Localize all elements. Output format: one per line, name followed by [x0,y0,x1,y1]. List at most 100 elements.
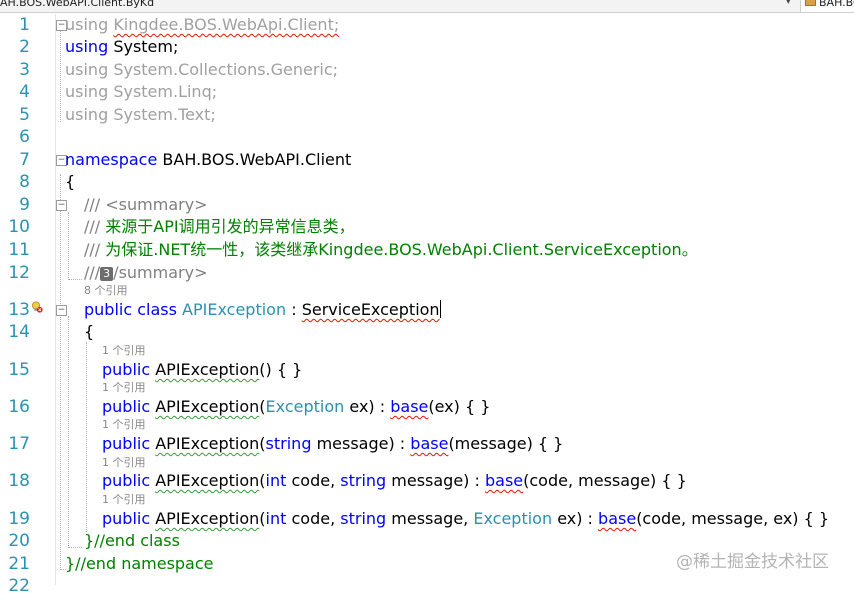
peek-badge[interactable]: 3 [100,267,114,281]
doc-comment-line[interactable]: /// <summary> [84,195,208,215]
codelens-references[interactable]: 8 个引用 [84,285,128,297]
line-number: 16 [8,397,30,417]
namespace-name: BAH.BOS.WebAPI.Client [162,150,352,169]
codelens-references[interactable]: 1 个引用 [102,494,146,506]
ctor-name: APIException [155,509,260,528]
code-line[interactable]: { [65,172,75,192]
ctor-body: () { } [259,360,303,379]
codelens-references[interactable]: 1 个引用 [102,345,146,357]
public-keyword: public [102,471,151,490]
line-number: 21 [8,554,30,574]
ctor-tail: (ex) { } [428,397,491,416]
doc-text: 为保证.NET统一性，该类继承Kingdee.BOS.WebApi.Client… [105,240,698,259]
line-number: 22 [8,576,30,596]
line-number: 8 [19,172,30,192]
text-caret [439,300,441,318]
colon: : [291,300,297,319]
class-icon [805,0,816,6]
public-keyword: public [102,509,151,528]
line-number: 10 [8,217,30,237]
code-line[interactable]: public APIException(Exception ex) : base… [102,397,490,417]
doc-comment-line[interactable]: ///3/summary> [84,263,207,283]
param-type: string [340,509,387,528]
type-dropdown[interactable]: AH.BOS.WebAPI.Client.ByKd [0,0,154,9]
base-keyword: base [410,434,449,453]
watermark: @稀土掘金技术社区 [676,552,829,572]
collapse-box-icon[interactable]: − [56,200,67,211]
namespace-ref: System.Linq; [113,82,218,101]
lightbulb-error-icon[interactable] [31,301,43,313]
codelens-references[interactable]: 1 个引用 [102,419,146,431]
line-number: 20 [8,531,30,551]
param-type: string [340,471,387,490]
code-line[interactable]: using System.Text; [65,105,216,125]
code-line[interactable]: public APIException(string message) : ba… [102,434,563,454]
line-number: 17 [8,434,30,454]
codelens-references[interactable]: 1 个引用 [102,457,146,469]
line-number: 3 [19,60,30,80]
base-type: ServiceException [301,300,440,319]
code-line[interactable]: using Kingdee.BOS.WebApi.Client; [65,15,339,35]
class-name: APIException [182,300,287,319]
ctor-name: APIException [155,360,260,379]
namespace-ref: System; [113,37,179,56]
line-number: 6 [19,127,30,147]
doc-comment-line[interactable]: /// 来源于API调用引发的异常信息类， [84,217,355,237]
chevron-down-icon[interactable]: ▾ [786,0,791,7]
params: ex) : [344,397,386,416]
using-keyword: using [65,15,109,34]
params: code, [286,471,341,490]
base-keyword: base [390,397,429,416]
code-line[interactable]: using System; [65,37,178,57]
doc-comment-line[interactable]: /// 为保证.NET统一性，该类继承Kingdee.BOS.WebApi.Cl… [84,240,698,260]
outline-guide [86,342,87,532]
code-line[interactable]: using System.Linq; [65,82,217,102]
end-namespace-comment: }//end namespace [65,554,214,573]
public-keyword: public [84,300,133,319]
namespace-ref: System.Text; [113,105,216,124]
code-line[interactable]: namespace BAH.BOS.WebAPI.Client [65,150,351,170]
using-keyword: using [65,37,109,56]
doc-prefix: /// [84,263,101,282]
param-type: string [265,434,312,453]
doc-prefix: /// [84,217,101,236]
end-class-comment: }//end class [84,531,180,550]
line-number: 4 [19,82,30,102]
using-keyword: using [65,60,109,79]
base-keyword: base [598,509,637,528]
brace: { [65,172,76,191]
public-keyword: public [102,397,151,416]
codelens-references[interactable]: 1 个引用 [102,382,146,394]
ctor-name: APIException [155,434,260,453]
outline-guide [60,174,61,570]
namespace-ref: Kingdee.BOS.WebApi.Client; [113,15,340,34]
line-number: 11 [8,240,30,260]
code-line[interactable]: public APIException(int code, string mes… [102,471,687,491]
code-line[interactable]: public APIException(int code, string mes… [102,509,829,529]
using-keyword: using [65,105,109,124]
line-number: 14 [8,322,30,342]
namespace-ref: System.Collections.Generic; [113,60,339,79]
member-dropdown[interactable]: BAH.BOS [800,0,854,12]
code-line[interactable]: }//end class [84,531,180,551]
brace: { [84,322,95,341]
code-line[interactable]: }//end namespace [65,554,214,574]
ctor-tail: (code, message) { } [523,471,687,490]
collapse-box-icon[interactable]: − [56,305,67,316]
param-type: int [265,471,287,490]
summary-tag: /summary> [113,263,208,282]
params: message) : [386,471,480,490]
base-keyword: base [485,471,524,490]
line-number: 15 [8,360,30,380]
line-number: 9 [19,195,30,215]
code-line[interactable]: public APIException() { } [102,360,302,380]
line-number: 2 [19,37,30,57]
params: message, [386,509,474,528]
param-type: Exception [265,397,345,416]
code-line[interactable]: { [84,322,94,342]
line-number: 5 [19,105,30,125]
line-number: 7 [19,150,30,170]
code-line[interactable]: using System.Collections.Generic; [65,60,338,80]
namespace-keyword: namespace [65,150,158,169]
code-line[interactable]: public class APIException : ServiceExcep… [84,300,441,320]
